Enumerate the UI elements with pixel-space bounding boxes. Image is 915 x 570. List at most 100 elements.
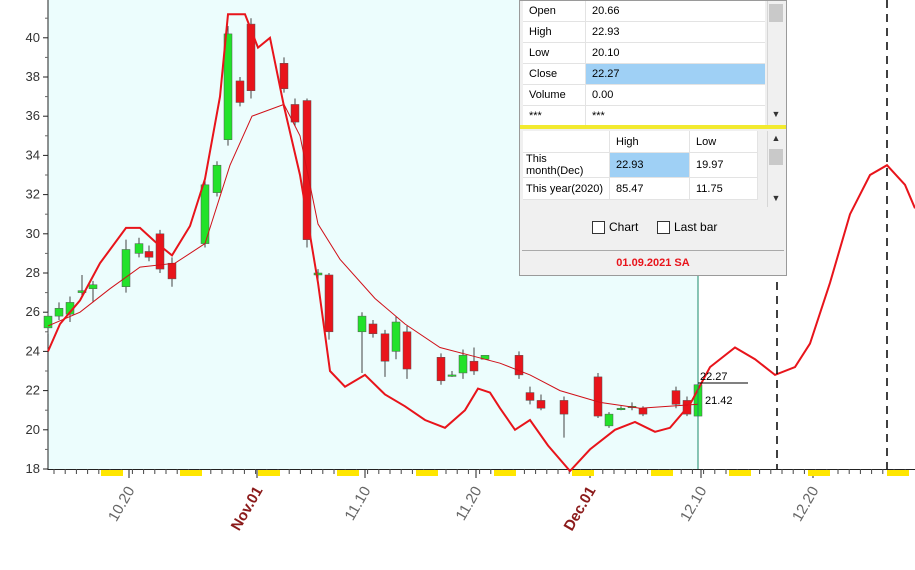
extremes-scrollbar[interactable]: ▲ ▼ [767,131,784,207]
down-candle [536,400,546,409]
down-candle [324,274,334,333]
down-candle [368,323,378,335]
y-tick-label: 38 [26,69,40,84]
quote-value: *** [585,105,765,127]
y-tick-label: 36 [26,108,40,123]
down-candle [235,80,245,103]
down-candle [402,331,412,370]
extremes-month-low: 19.97 [689,152,758,178]
y-tick-label: 30 [26,226,40,241]
quote-label: Volume [523,84,586,106]
checkbox-icon[interactable] [657,220,670,234]
extremes-table: High Low This month(Dec) 22.93 19.97 Thi… [523,131,758,200]
extremes-header-low: Low [689,131,758,153]
x-tick-label: Dec.01 [561,484,600,534]
quote-row: Close 22.27 [523,63,765,85]
y-tick-label: 26 [26,304,40,319]
down-candle [380,333,390,362]
x-tick-label: 12.10 [677,484,710,525]
down-candle [593,376,603,417]
quote-table: Open 20.66 High 22.93 Low 20.10 Close 22.27 Volu… [523,1,765,127]
up-candle [121,249,131,287]
y-tick-label: 34 [26,147,40,162]
up-candle [604,413,614,427]
panel-divider[interactable] [520,125,786,129]
quote-value: 22.93 [585,21,765,43]
checkbox-icon[interactable] [592,220,605,234]
x-tick-label: 11.20 [453,484,486,524]
down-candle [144,251,154,258]
period-marker [572,470,594,476]
period-marker [887,470,909,476]
chart-checkbox-label: Chart [609,220,639,234]
period-marker [651,470,673,476]
up-candle [43,315,53,329]
chart-checkbox[interactable]: Chart [592,220,638,234]
up-candle [357,315,367,333]
period-marker [729,470,751,476]
y-tick-label: 20 [26,422,40,437]
avg-price-label: 21.42 [705,395,733,407]
period-marker [416,470,438,476]
x-tick-label: 11.10 [342,484,375,524]
status-date: 01.09.2021 SA [522,250,784,275]
extremes-header-blank [523,131,610,153]
scroll-up-icon[interactable]: ▲ [768,133,784,143]
extremes-header-high: High [609,131,690,153]
quote-label: *** [523,105,586,127]
up-candle [212,164,222,193]
down-candle [279,63,289,90]
up-candle [447,374,457,377]
x-tick-label: 10.20 [105,484,138,525]
quote-scrollbar[interactable]: ▼ [767,1,784,125]
extremes-row-label: This month(Dec) [523,152,610,178]
period-marker [258,470,280,476]
up-candle [458,355,468,374]
quote-value: 20.66 [585,1,765,22]
up-candle [313,272,323,276]
options-bar: Chart Last bar [520,211,786,243]
y-tick-label: 22 [26,383,40,398]
quote-label: Close [523,63,586,85]
y-tick-label: 24 [26,343,40,358]
extremes-year-high: 85.47 [609,177,690,200]
quote-value: 0.00 [585,84,765,106]
extremes-scroll-thumb[interactable] [769,149,783,165]
y-axis-ticks: 40 38 36 34 32 30 28 26 24 22 20 18 [26,17,48,476]
period-marker [494,470,516,476]
x-axis-ticks: 10.20 Nov.01 11.10 11.20 Dec.01 12.10 12.20 [53,469,906,534]
quote-row: *** *** [523,105,765,127]
up-candle [616,407,626,410]
period-marker [337,470,359,476]
last-bar-checkbox[interactable]: Last bar [657,220,717,234]
y-tick-label: 32 [26,187,40,202]
extremes-row-label: This year(2020) [523,177,610,200]
quote-panel: Open 20.66 High 22.93 Low 20.10 Close 22.27 Volu… [519,0,787,276]
up-candle [391,321,401,352]
y-tick-label: 28 [26,265,40,280]
down-candle [155,233,165,270]
down-candle [469,360,479,372]
quote-row: Low 20.10 [523,42,765,64]
down-candle [525,392,535,401]
y-tick-label: 18 [26,461,40,476]
x-tick-label: 12.20 [789,484,822,525]
down-candle [436,357,446,382]
up-candle [134,243,144,254]
period-marker [180,470,202,476]
quote-label: High [523,21,586,43]
up-candle [54,308,64,317]
quote-row: High 22.93 [523,21,765,43]
quote-label: Low [523,42,586,64]
quote-scroll-thumb[interactable] [769,4,783,22]
last-price-label: 22.27 [700,371,728,383]
down-candle [246,23,256,91]
extremes-month-high: 22.93 [609,152,690,178]
up-candle [88,284,98,289]
quote-row: Volume 0.00 [523,84,765,106]
period-marker [808,470,830,476]
scroll-down-icon[interactable]: ▼ [768,109,784,119]
scroll-down-icon[interactable]: ▼ [768,193,784,203]
quote-value: 22.27 [585,63,765,85]
down-candle [671,390,681,405]
